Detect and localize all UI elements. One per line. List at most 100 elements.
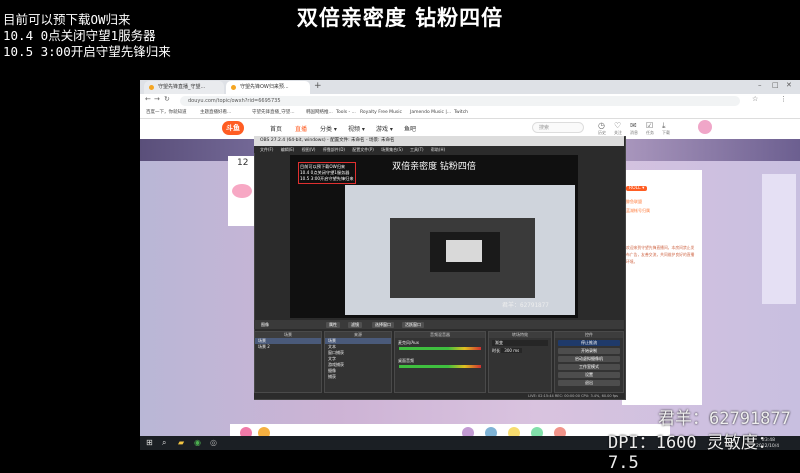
stop-streaming-button[interactable]: 停止推流 [558,340,620,346]
browser-tab-active[interactable]: 守望先锋OW归来预... [226,81,310,94]
obs-icon[interactable]: ◎ [210,438,217,447]
bookmark-item[interactable]: 主题直播好看... [200,108,231,118]
side-promo-banner[interactable] [762,174,796,304]
obs-menu-item[interactable]: 配置文件(P) [352,147,374,152]
stream-notes-overlay: 目前可以预下载OW归来 10.4 0点关闭守望1服务器 10.5 3:00开启守望先… [3,12,171,60]
history-icon[interactable]: ◷ [598,121,605,130]
message-label: 消息 [630,130,638,135]
close-window-button[interactable]: ✕ [786,81,792,89]
minimize-button[interactable]: – [758,81,762,89]
desktop-volume-meter[interactable] [399,365,481,368]
controls-dock: 控件 停止推流 开始录制 启动虚拟摄像机 工作室模式 设置 退出 [554,331,624,393]
transitions-dock: 转场特效 渐变 时长 300 ms [488,331,552,393]
select-window-button[interactable]: 选择窗口 [372,322,394,328]
bookmark-item[interactable]: 守望先锋直播_守望... [252,108,295,118]
nav-fishbar[interactable]: 鱼吧 [404,124,416,133]
virtual-camera-button[interactable]: 启动虚拟摄像机 [558,356,620,362]
message-icon[interactable]: ✉ [630,121,637,130]
obs-menu-item[interactable]: 停靠部件(D) [323,147,345,152]
mixer-dock-title: 音频混音器 [395,332,485,338]
obs-source-toolbar [254,320,624,329]
new-tab-button[interactable]: + [314,81,322,91]
source-item[interactable]: 捕获 [325,374,391,380]
obs-menu-item[interactable]: 编辑(E) [281,147,295,152]
room-number: 12 [237,158,249,168]
mic-volume-meter[interactable] [399,347,481,350]
preview-notes-text[interactable]: 目前可以预下载OW归来 10.4 0点关闭守望1服务器 10.5 3:00开启守望先… [298,162,356,184]
forward-icon[interactable]: → [154,95,160,103]
properties-button[interactable]: 属性 [326,322,340,328]
bookmark-item[interactable]: Jamendo Music |... [410,108,451,118]
douyu-logo[interactable]: 斗鱼 [222,121,244,135]
bookmarks-bar: 百度一下，你就知道 主题直播好看... 守望先锋直播_守望... 韩国网络推..… [140,108,800,119]
sheep-id-overlay: 君羊：62791877 [658,409,791,429]
obs-menu-item[interactable]: 场景集合(S) [381,147,403,152]
chat-message: 欢迎来到守望先锋直播间，本房间禁止发布广告，友善交流，共同维护良好的直播环境。 [626,245,695,264]
obs-menu-item[interactable]: 工具(T) [410,147,424,152]
chat-panel: ROLL ▾ 鲸鱼联盟 蓝湖帐号归属 欢迎来到守望先锋直播间，本房间禁止发布广告… [622,170,702,405]
obs-menu-bar: 文件(F) 编辑(E) 视图(V) 停靠部件(D) 配置文件(P) 场景集合(S… [254,146,624,153]
windows-start-icon[interactable]: ⊞ [146,438,153,447]
nav-home[interactable]: 首页 [270,124,282,133]
audio-mixer-dock: 音频混音器 麦克风/Aux 桌面音频 [394,331,486,393]
search-icon[interactable]: ⌕ [162,438,166,448]
duration-label: 时长 [492,348,500,353]
desktop-capture: 守望先锋直播_守望... 守望先锋OW归来预... + – □ ✕ ← → ↻ … [140,80,800,450]
text-source-label: 图像 [261,322,269,327]
bookmark-item[interactable]: Royalty Free Music [360,108,402,118]
overlay-note-line: 10.4 0点关闭守望1服务器 [3,28,156,43]
chat-header-line: 鲸鱼联盟 [626,199,642,204]
douyu-favicon-icon [231,85,236,90]
scene-item[interactable]: 场景 2 [255,344,321,350]
nav-game[interactable]: 游戏 ▾ [376,124,393,133]
sources-dock: 来源 场景 文本 窗口捕获 文字 游戏捕获 摄像 捕获 [324,331,392,393]
bookmark-item[interactable]: Tools - ... [336,108,356,118]
reload-icon[interactable]: ↻ [164,95,170,103]
transitions-dock-title: 转场特效 [489,332,551,338]
download-label: 下载 [662,130,670,135]
overlay-note-line: 目前可以预下载OW归来 [3,12,131,27]
roll-badge[interactable]: ROLL ▾ [626,186,648,191]
active-window-button[interactable]: 活跃窗口 [402,322,424,328]
follow-icon[interactable]: ♡ [614,121,621,130]
task-icon[interactable]: ☑ [646,121,653,130]
menu-dots-icon[interactable]: ⋮ [780,95,787,103]
bookmark-item[interactable]: 百度一下，你就知道 [146,108,187,118]
douyu-search-input[interactable]: 搜索 [532,122,584,133]
back-icon[interactable]: ← [145,95,151,103]
douyu-favicon-icon [149,85,154,90]
duration-input[interactable]: 300 ms [501,348,523,353]
overlay-note-line: 10.5 3:00开启守望先锋归来 [3,44,171,59]
preview-sheep-label: 君羊：62791877 [502,302,549,309]
exit-button[interactable]: 退出 [558,380,620,386]
preview-note-line: 10.5 3:00开启守望先锋归来 [300,176,354,181]
transition-type-select[interactable]: 渐变 [492,340,548,346]
scenes-dock: 场景 场景 场景 2 [254,331,322,393]
nav-live[interactable]: 直播 [295,124,307,133]
user-avatar[interactable] [698,120,712,134]
bookmark-item[interactable]: Twitch [454,108,468,118]
filters-button[interactable]: 滤镜 [348,322,362,328]
start-recording-button[interactable]: 开始录制 [558,348,620,354]
studio-mode-button[interactable]: 工作室模式 [558,364,620,370]
file-explorer-icon[interactable]: ▰ [178,438,184,447]
browser-tab[interactable]: 守望先锋直播_守望... [144,81,224,94]
obs-menu-item[interactable]: 视图(V) [302,147,316,152]
star-icon[interactable]: ☆ [752,95,758,103]
settings-button[interactable]: 设置 [558,372,620,378]
nav-category[interactable]: 分类 ▾ [320,124,337,133]
controls-dock-title: 控件 [555,332,623,338]
obs-menu-item[interactable]: 文件(F) [260,147,273,152]
chrome-icon[interactable]: ◉ [194,438,201,447]
bookmark-item[interactable]: 韩国网络推... [306,108,333,118]
mixer-channel-label: 麦克风/Aux [398,340,419,345]
obs-menu-item[interactable]: 帮助(H) [431,147,445,152]
nav-video[interactable]: 视频 ▾ [348,124,365,133]
mixer-channel-label: 桌面音频 [398,358,414,363]
dpi-overlay: DPI：1600 灵敏度：7.5 [608,433,775,473]
url-bar[interactable]: douyu.com/topic/owxh?rid=6695735 [180,96,740,106]
obs-status-bar: LIVE: 02:15:44 REC: 00:00:00 CPU: 3.4%, … [254,393,624,399]
chat-header-line: 蓝湖帐号归属 [626,208,650,213]
streamer-avatar[interactable] [232,184,252,198]
maximize-button[interactable]: □ [772,81,779,89]
